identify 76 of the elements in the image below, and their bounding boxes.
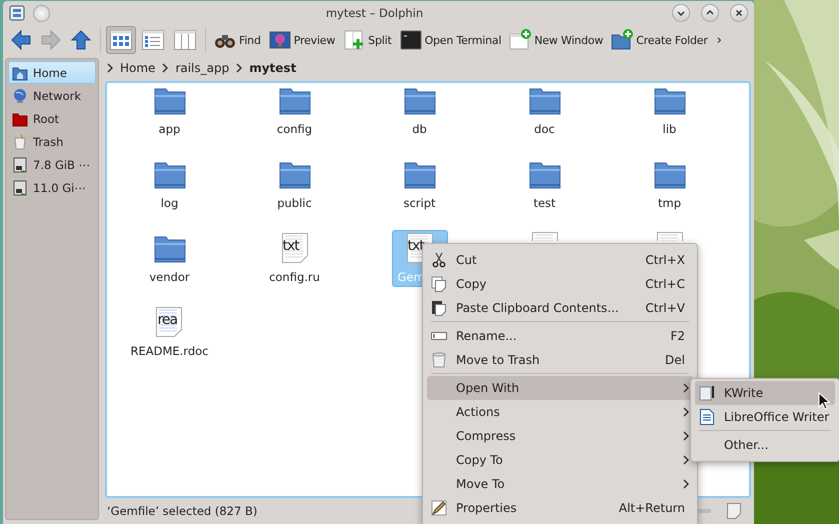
- file-item[interactable]: test: [516, 156, 572, 213]
- maximize-button[interactable]: [701, 4, 719, 22]
- terminal-icon: [400, 29, 422, 51]
- menu-item[interactable]: Actions: [427, 400, 693, 424]
- places-item[interactable]: Trash: [8, 130, 96, 153]
- page-icon[interactable]: [727, 503, 741, 519]
- file-item[interactable]: rea README.rdoc: [129, 304, 210, 361]
- file-item[interactable]: tmp: [642, 156, 698, 213]
- menu-item[interactable]: Properties Alt+Return: [427, 496, 693, 520]
- menu-item[interactable]: Copy To: [427, 448, 693, 472]
- places-item[interactable]: Home: [8, 61, 96, 84]
- new-folder-icon: [611, 29, 634, 51]
- pointer-icon: [818, 392, 830, 410]
- copy-icon: [431, 276, 447, 292]
- split-button[interactable]: Split: [340, 27, 395, 53]
- new-window-icon: [509, 29, 532, 51]
- menu-item[interactable]: Compress: [427, 424, 693, 448]
- file-item[interactable]: public: [266, 156, 322, 213]
- file-item[interactable]: log: [142, 156, 198, 213]
- breadcrumb-item[interactable]: rails_app: [173, 61, 232, 75]
- document-icon: txt: [282, 233, 308, 263]
- chevron-icon: [162, 63, 168, 73]
- document-icon: [532, 232, 558, 240]
- minimize-button[interactable]: [672, 4, 690, 22]
- places-item[interactable]: Network: [8, 84, 96, 107]
- menu-item[interactable]: Paste Clipboard Contents... Ctrl+V: [427, 296, 693, 320]
- document-icon: rea: [156, 307, 182, 337]
- split-view-icon: [343, 29, 366, 51]
- window-title: mytest – Dolphin: [324, 6, 424, 20]
- folder-icon: [12, 110, 28, 126]
- find-button[interactable]: Find: [211, 27, 264, 53]
- notepad-icon: [699, 385, 715, 401]
- menu-item[interactable]: Other...: [695, 433, 835, 457]
- file-item[interactable]: doc: [516, 83, 572, 139]
- terminal-button[interactable]: Open Terminal: [396, 27, 504, 53]
- document-icon: [699, 409, 715, 425]
- file-item[interactable]: txt config.ru: [266, 230, 322, 287]
- file-item[interactable]: db: [392, 83, 448, 139]
- scissors-icon: [431, 252, 447, 268]
- file-item[interactable]: app: [142, 83, 198, 139]
- preview-button[interactable]: Preview: [266, 27, 338, 53]
- pencil-icon: [431, 500, 447, 516]
- new-window-button[interactable]: New Window: [506, 27, 606, 53]
- create-folder-button[interactable]: Create Folder: [608, 27, 711, 53]
- menu-item[interactable]: Move To: [427, 472, 693, 496]
- file-item[interactable]: vendor: [142, 230, 198, 287]
- close-button[interactable]: [730, 4, 748, 22]
- breadcrumb-item[interactable]: mytest: [247, 61, 298, 75]
- places-item[interactable]: 7.8 GiB ⋯: [8, 153, 96, 176]
- menu-item[interactable]: KWrite: [695, 381, 835, 405]
- document-icon: [656, 232, 682, 240]
- places-item[interactable]: 11.0 Gi⋯: [8, 176, 96, 199]
- breadcrumb-item[interactable]: Home: [118, 61, 158, 75]
- status-text: ‘Gemfile’ selected (827 B): [107, 504, 258, 518]
- drive-icon: [12, 156, 28, 172]
- menu-item[interactable]: Move to Trash Del: [427, 348, 693, 372]
- chevron-icon: [236, 63, 242, 73]
- trash-icon: [12, 134, 28, 150]
- places-item[interactable]: Root: [8, 107, 96, 130]
- app-icon[interactable]: [9, 5, 25, 21]
- paste-icon: [431, 300, 447, 316]
- drive-icon: [12, 180, 28, 196]
- file-item[interactable]: lib: [642, 83, 698, 139]
- close-icon: [734, 8, 744, 18]
- file-item[interactable]: script: [392, 156, 448, 213]
- chevron-icon: [107, 63, 113, 73]
- globe-icon: [12, 88, 28, 104]
- image-icon: [268, 29, 291, 51]
- home-folder-icon: [12, 64, 28, 80]
- icons-view-button[interactable]: [106, 26, 136, 54]
- file-item[interactable]: config: [266, 83, 322, 139]
- trash-icon: [431, 352, 447, 368]
- more-button[interactable]: ›: [712, 32, 726, 48]
- menu-item[interactable]: Open With: [427, 376, 693, 400]
- menu-item[interactable]: LibreOffice Writer: [695, 405, 835, 429]
- menu-item[interactable]: Rename... F2: [427, 324, 693, 348]
